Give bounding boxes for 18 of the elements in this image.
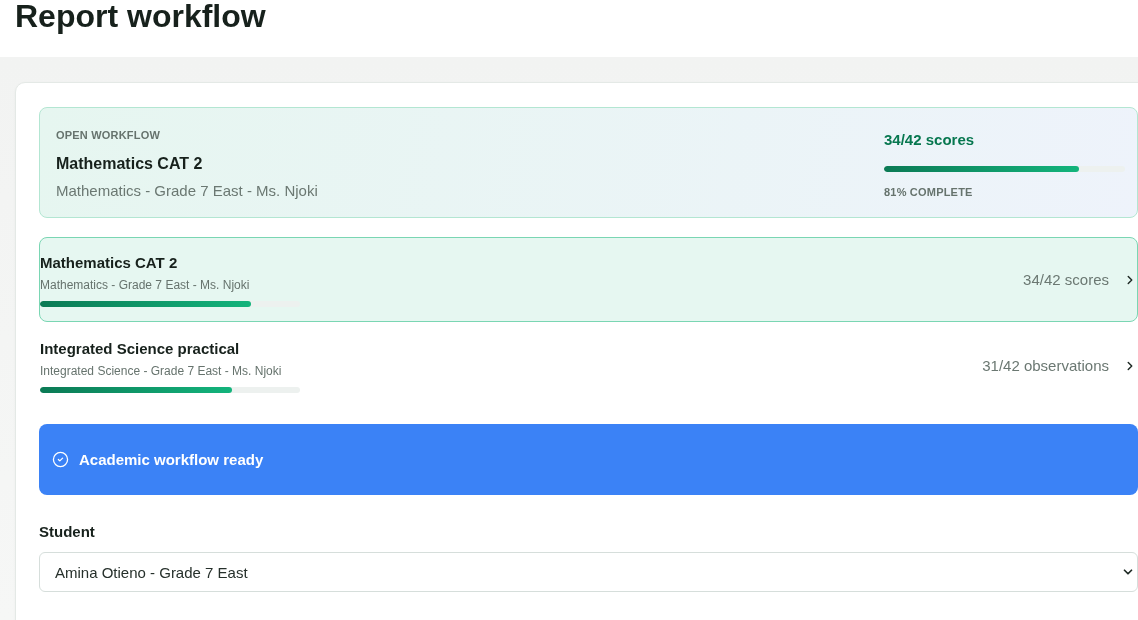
workflow-subtitle: Integrated Science - Grade 7 East - Ms. Njoki [40, 363, 282, 379]
section-label: OPEN WORKFLOW [56, 128, 161, 142]
workflow-title: Integrated Science practical [40, 339, 240, 359]
workflow-item[interactable]: Integrated Science practical Integrated Science - Grade 7 East - Ms. Njoki 31/42 observations [39, 323, 1138, 408]
score-count: 34/42 scores [884, 130, 975, 150]
check-circle-icon [52, 451, 69, 468]
workflow-title: Mathematics CAT 2 [40, 253, 178, 273]
page-title: Report workflow [15, 0, 266, 33]
banner-message: Academic workflow ready [79, 449, 264, 470]
item-count: 34/42 scores [1023, 270, 1109, 290]
workflow-item[interactable]: Mathematics CAT 2 Mathematics - Grade 7 East - Ms. Njoki 34/42 scores [39, 237, 1138, 322]
field-label: Student [39, 522, 95, 542]
workflow-title: Mathematics CAT 2 [56, 154, 203, 174]
student-select[interactable]: Amina Otieno - Grade 7 East [39, 552, 1138, 592]
item-count: 31/42 observations [982, 356, 1109, 376]
workflow-subtitle: Mathematics - Grade 7 East - Ms. Njoki [56, 181, 318, 201]
percent-complete-label: 81% COMPLETE [884, 185, 973, 199]
workflow-subtitle: Mathematics - Grade 7 East - Ms. Njoki [40, 277, 250, 293]
